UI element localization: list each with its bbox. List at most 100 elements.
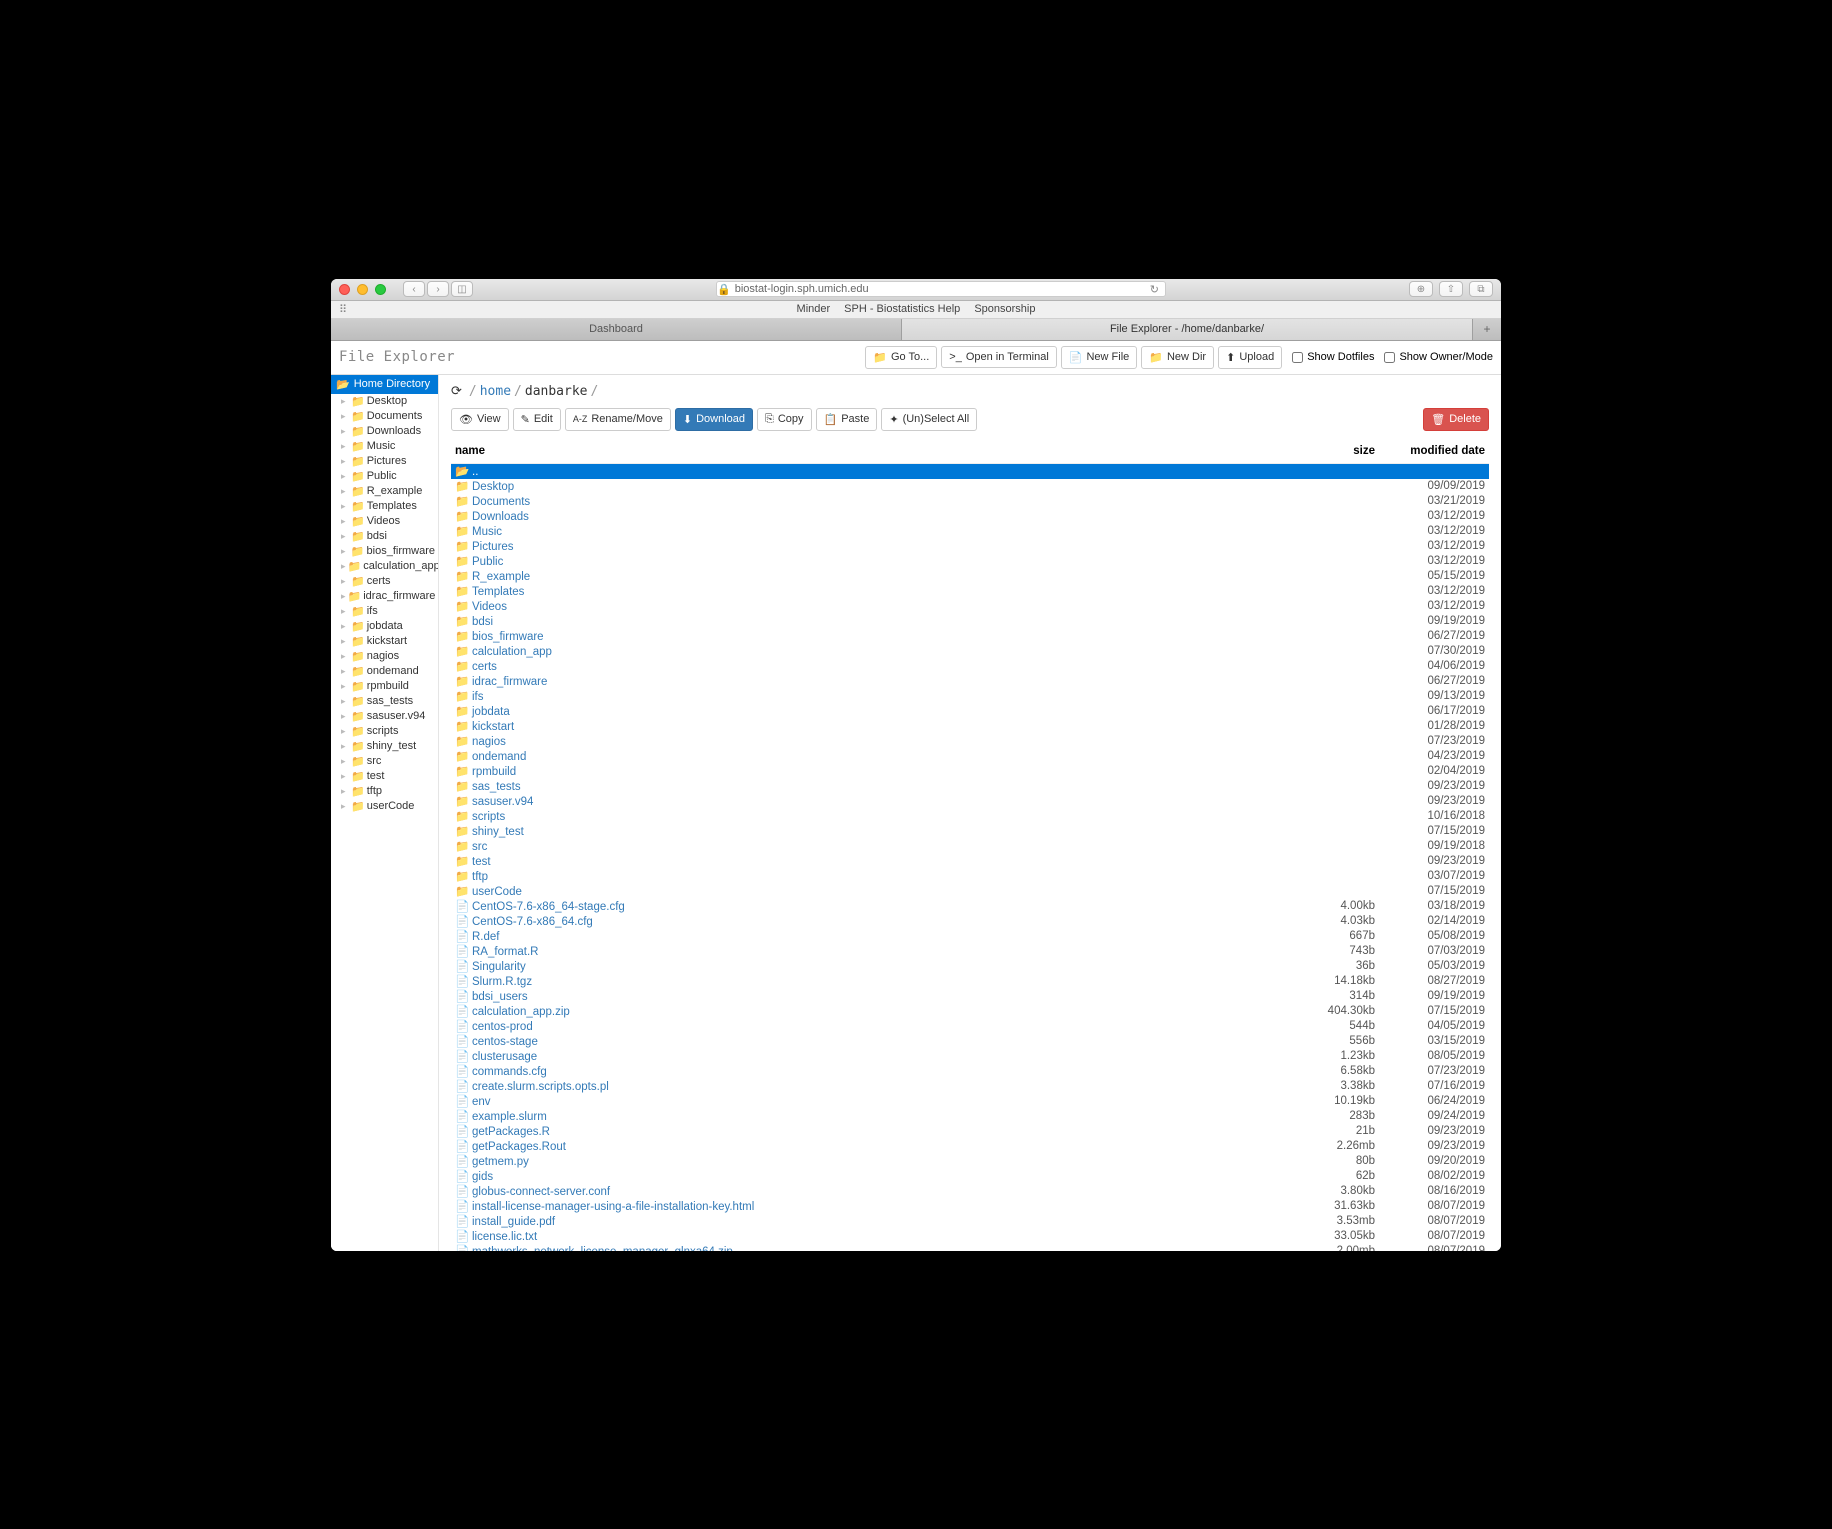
file-link[interactable]: CentOS-7.6-x86_64.cfg [472, 916, 593, 928]
table-row[interactable]: 📄getPackages.Rout2.26mb09/23/2019 [451, 1139, 1489, 1154]
table-row[interactable]: 📄env10.19kb06/24/2019 [451, 1094, 1489, 1109]
edit-button[interactable]: ✎Edit [513, 408, 561, 431]
file-link[interactable]: Singularity [472, 961, 526, 973]
file-link[interactable]: CentOS-7.6-x86_64-stage.cfg [472, 901, 625, 913]
table-row[interactable]: 📁ondemand04/23/2019 [451, 749, 1489, 764]
table-row[interactable]: 📄install-license-manager-using-a-file-in… [451, 1199, 1489, 1214]
file-link[interactable]: .. [472, 466, 478, 478]
tree-item[interactable]: ▸📁ifs [331, 604, 438, 619]
file-link[interactable]: sas_tests [472, 781, 521, 793]
table-row[interactable]: 📁bios_firmware06/27/2019 [451, 629, 1489, 644]
file-link[interactable]: tftp [472, 871, 488, 883]
file-link[interactable]: getmem.py [472, 1156, 529, 1168]
tree-item[interactable]: ▸📁calculation_app [331, 559, 438, 574]
minimize-button[interactable] [357, 284, 368, 295]
back-button[interactable]: ‹ [403, 281, 425, 297]
table-row[interactable]: 📁R_example05/15/2019 [451, 569, 1489, 584]
tree-item[interactable]: ▸📁kickstart [331, 634, 438, 649]
table-row[interactable]: 📁Documents03/21/2019 [451, 494, 1489, 509]
table-row[interactable]: 📄centos-prod544b04/05/2019 [451, 1019, 1489, 1034]
tree-item[interactable]: ▸📁src [331, 754, 438, 769]
table-row[interactable]: 📄install_guide.pdf3.53mb08/07/2019 [451, 1214, 1489, 1229]
delete-button[interactable]: 🗑Delete [1423, 408, 1489, 431]
tree-item[interactable]: ▸📁Pictures [331, 454, 438, 469]
file-link[interactable]: Public [472, 556, 503, 568]
rename-button[interactable]: A-ZRename/Move [565, 408, 671, 431]
table-row[interactable]: 📁jobdata06/17/2019 [451, 704, 1489, 719]
tree-item[interactable]: ▸📁scripts [331, 724, 438, 739]
table-row[interactable]: 📄commands.cfg6.58kb07/23/2019 [451, 1064, 1489, 1079]
table-row[interactable]: 📁kickstart01/28/2019 [451, 719, 1489, 734]
file-link[interactable]: license.lic.txt [472, 1231, 537, 1243]
file-link[interactable]: Desktop [472, 481, 514, 493]
file-link[interactable]: getPackages.Rout [472, 1141, 566, 1153]
table-row[interactable]: 📄bdsi_users314b09/19/2019 [451, 989, 1489, 1004]
file-link[interactable]: clusterusage [472, 1051, 537, 1063]
file-link[interactable]: nagios [472, 736, 506, 748]
copy-button[interactable]: ⎘Copy [757, 408, 812, 431]
table-row[interactable]: 📁bdsi09/19/2019 [451, 614, 1489, 629]
goto-button[interactable]: 📁Go To... [865, 346, 937, 369]
view-button[interactable]: 👁View [451, 408, 509, 431]
file-link[interactable]: example.slurm [472, 1111, 547, 1123]
table-row[interactable]: 📄Singularity36b05/03/2019 [451, 959, 1489, 974]
bookmark-item[interactable]: Sponsorship [974, 303, 1035, 315]
tree-item[interactable]: ▸📁nagios [331, 649, 438, 664]
table-row[interactable]: 📁test09/23/2019 [451, 854, 1489, 869]
file-link[interactable]: sasuser.v94 [472, 796, 533, 808]
table-row[interactable]: 📁tftp03/07/2019 [451, 869, 1489, 884]
tree-item[interactable]: ▸📁rpmbuild [331, 679, 438, 694]
file-link[interactable]: bdsi_users [472, 991, 528, 1003]
bookmark-item[interactable]: SPH - Biostatistics Help [844, 303, 960, 315]
tree-item[interactable]: ▸📁jobdata [331, 619, 438, 634]
tree-item[interactable]: ▸📁sasuser.v94 [331, 709, 438, 724]
bookmark-item[interactable]: Minder [797, 303, 831, 315]
file-link[interactable]: mathworks_network_license_manager_glnxa6… [472, 1246, 733, 1251]
table-row[interactable]: 📄gids62b08/02/2019 [451, 1169, 1489, 1184]
tree-item[interactable]: ▸📁shiny_test [331, 739, 438, 754]
file-link[interactable]: commands.cfg [472, 1066, 547, 1078]
col-size[interactable]: size [1289, 439, 1379, 464]
file-link[interactable]: ifs [472, 691, 484, 703]
tree-item[interactable]: ▸📁bdsi [331, 529, 438, 544]
file-link[interactable]: userCode [472, 886, 522, 898]
file-link[interactable]: Templates [472, 586, 524, 598]
file-link[interactable]: Pictures [472, 541, 514, 553]
table-row[interactable]: 📄create.slurm.scripts.opts.pl3.38kb07/16… [451, 1079, 1489, 1094]
col-date[interactable]: modified date [1379, 439, 1489, 464]
upload-button[interactable]: ⬆Upload [1218, 346, 1282, 369]
select-all-button[interactable]: ✦(Un)Select All [881, 408, 977, 431]
forward-button[interactable]: › [427, 281, 449, 297]
show-owner-check[interactable]: Show Owner/Mode [1384, 351, 1493, 363]
breadcrumb-home[interactable]: home [480, 384, 511, 399]
maximize-button[interactable] [375, 284, 386, 295]
file-link[interactable]: calculation_app [472, 646, 552, 658]
file-link[interactable]: test [472, 856, 491, 868]
tree-item[interactable]: ▸📁Desktop [331, 394, 438, 409]
file-link[interactable]: centos-stage [472, 1036, 538, 1048]
close-button[interactable] [339, 284, 350, 295]
file-link[interactable]: src [472, 841, 487, 853]
open-terminal-button[interactable]: >_Open in Terminal [941, 346, 1057, 368]
table-row[interactable]: 📁sasuser.v9409/23/2019 [451, 794, 1489, 809]
file-link[interactable]: Music [472, 526, 502, 538]
apps-grid-icon[interactable]: ⠿ [339, 303, 347, 316]
tree-root[interactable]: 📂 Home Directory [331, 375, 438, 394]
table-row[interactable]: 📄Slurm.R.tgz14.18kb08/27/2019 [451, 974, 1489, 989]
table-row[interactable]: 📄example.slurm283b09/24/2019 [451, 1109, 1489, 1124]
tree-item[interactable]: ▸📁Music [331, 439, 438, 454]
table-row[interactable]: 📁Templates03/12/2019 [451, 584, 1489, 599]
file-link[interactable]: certs [472, 661, 497, 673]
tabs-button[interactable]: ⧉ [1469, 281, 1493, 297]
table-row[interactable]: 📄license.lic.txt33.05kb08/07/2019 [451, 1229, 1489, 1244]
table-row[interactable]: 📄getPackages.R21b09/23/2019 [451, 1124, 1489, 1139]
table-row[interactable]: 📄CentOS-7.6-x86_64.cfg4.03kb02/14/2019 [451, 914, 1489, 929]
paste-button[interactable]: 📋Paste [816, 408, 878, 431]
file-link[interactable]: install_guide.pdf [472, 1216, 555, 1228]
table-row[interactable]: 📁nagios07/23/2019 [451, 734, 1489, 749]
sidebar-toggle[interactable]: ◫ [451, 281, 473, 297]
file-link[interactable]: globus-connect-server.conf [472, 1186, 610, 1198]
tree-item[interactable]: ▸📁Public [331, 469, 438, 484]
table-row[interactable]: 📁Desktop09/09/2019 [451, 479, 1489, 494]
reload-icon[interactable]: ↻ [1150, 283, 1159, 296]
